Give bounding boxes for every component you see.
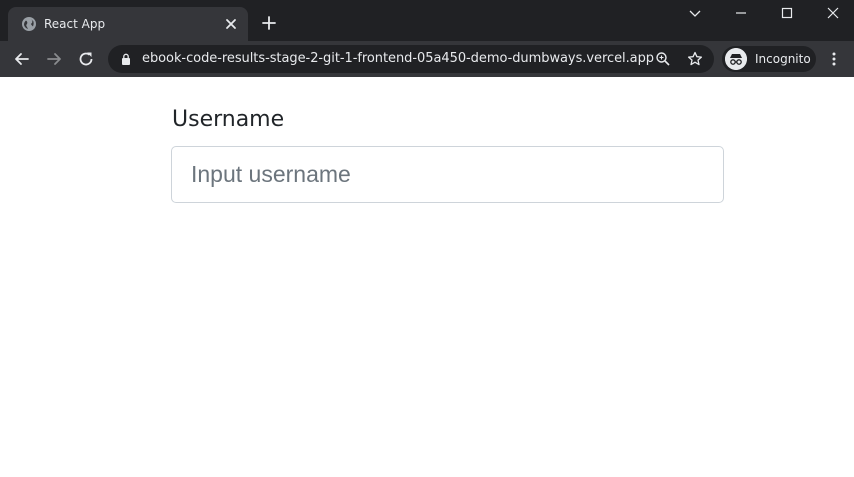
more-menu-icon[interactable] [826, 51, 842, 67]
lock-icon[interactable] [120, 53, 132, 65]
new-tab-icon[interactable] [260, 14, 278, 32]
minimize-icon[interactable] [732, 4, 750, 22]
page-content: Username [0, 77, 854, 477]
bookmark-star-icon[interactable] [687, 51, 703, 67]
incognito-indicator[interactable]: Incognito [722, 46, 816, 72]
back-arrow-icon[interactable] [12, 49, 32, 69]
tab-search-chevron-icon[interactable] [686, 4, 704, 22]
browser-toolbar: ebook-code-results-stage-2-git-1-fronten… [0, 41, 854, 77]
address-bar[interactable]: ebook-code-results-stage-2-git-1-fronten… [108, 45, 714, 73]
zoom-icon[interactable] [655, 51, 671, 67]
incognito-icon [725, 48, 747, 70]
close-tab-icon[interactable] [222, 15, 240, 33]
url-text[interactable]: ebook-code-results-stage-2-git-1-fronten… [142, 51, 654, 67]
tab-title: React App [44, 17, 106, 31]
tab-strip: React App [0, 0, 854, 41]
username-input[interactable] [171, 146, 724, 203]
maximize-icon[interactable] [778, 4, 796, 22]
globe-icon [22, 17, 36, 31]
close-window-icon[interactable] [824, 4, 842, 22]
username-label: Username [172, 107, 285, 132]
browser-tab[interactable]: React App [8, 7, 248, 41]
reload-icon[interactable] [76, 49, 96, 69]
forward-arrow-icon[interactable] [44, 49, 64, 69]
incognito-label: Incognito [755, 52, 811, 66]
